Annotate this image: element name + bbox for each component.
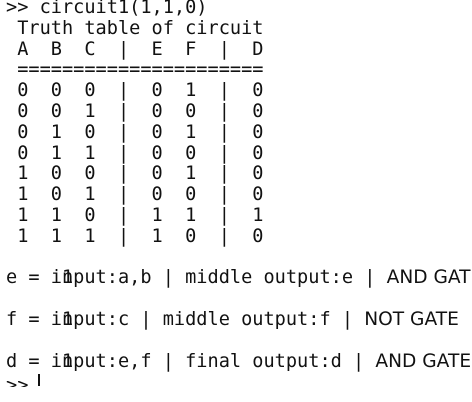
gate1-description: input:a,b | middle output:e | AND GATE <box>0 248 472 288</box>
truth-table-row: 1 0 1 | 0 0 | 0 <box>6 184 264 206</box>
truth-table-row: 1 1 0 | 1 1 | 1 <box>6 204 264 226</box>
truth-table-title: Truth table of circuit <box>6 17 264 39</box>
gate1-io-label: input:a,b | middle output:e | <box>50 267 387 289</box>
truth-table-row: 0 1 1 | 0 0 | 0 <box>6 142 264 164</box>
truth-table-header: A B C | E F | D <box>6 38 264 60</box>
truth-table-row: 1 1 1 | 1 0 | 0 <box>6 225 264 247</box>
command-line: >> circuit1(1,1,0) <box>6 0 208 18</box>
truth-table-separator: ====================== <box>6 59 264 81</box>
gate3-type-label: AND GATE <box>375 350 472 372</box>
truth-table-row: 0 0 1 | 0 0 | 0 <box>6 100 264 122</box>
gate3-io-label: input:e,f | final output:d | <box>50 350 376 372</box>
prompt-symbol: >> <box>6 381 28 387</box>
gate1-type-label: AND GATE <box>386 267 472 289</box>
command-prompt[interactable]: >> <box>0 372 472 387</box>
command-window[interactable]: >> circuit1(1,1,0) Truth table of circui… <box>0 0 472 402</box>
truth-table-row: 1 0 0 | 0 1 | 0 <box>6 163 264 185</box>
truth-table-row: 0 0 0 | 0 1 | 0 <box>6 80 264 102</box>
text-cursor <box>38 374 40 387</box>
gate3-description: input:e,f | final output:d | AND GATE <box>0 331 472 372</box>
truth-table-row: 0 1 0 | 0 1 | 0 <box>6 121 264 143</box>
gate2-type-label: NOT GATE <box>364 308 459 330</box>
gate2-io-label: input:c | middle output:f | <box>50 308 365 330</box>
gate2-description: input:c | middle output:f | NOT GATE <box>0 289 472 330</box>
